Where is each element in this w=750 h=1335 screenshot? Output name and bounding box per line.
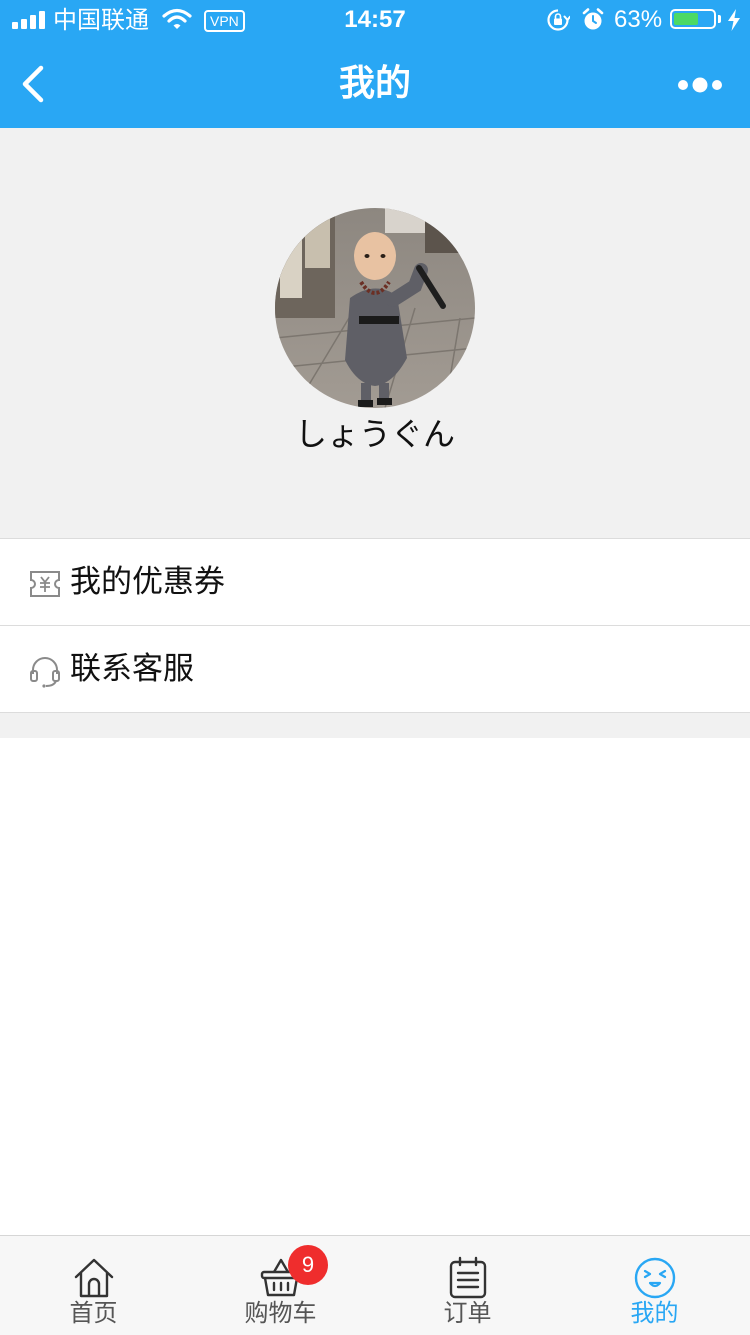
alarm-icon bbox=[582, 8, 604, 30]
bottom-tab-bar: 首页 购物车 订单 我的 bbox=[0, 1235, 750, 1335]
tab-home[interactable]: 首页 bbox=[0, 1236, 187, 1335]
tab-label: 我的 bbox=[630, 1299, 679, 1327]
coupon-icon bbox=[30, 571, 60, 597]
username: しょうぐん bbox=[294, 415, 455, 453]
wifi-icon bbox=[162, 8, 192, 29]
avatar[interactable] bbox=[275, 208, 475, 408]
more-dots-icon bbox=[678, 77, 722, 93]
battery-tip bbox=[718, 15, 721, 23]
battery-percent: 63% bbox=[614, 6, 663, 33]
menu-item-coupons[interactable]: 我的优惠券 bbox=[0, 539, 750, 626]
tab-label: 首页 bbox=[69, 1299, 118, 1327]
menu-item-customer-service[interactable]: 联系客服 bbox=[0, 626, 750, 713]
top-bar: 中国联通 VPN 14:57 63% 我的 bbox=[0, 0, 750, 128]
page-title: 我的 bbox=[338, 63, 411, 104]
tab-orders[interactable]: 订单 bbox=[374, 1236, 561, 1335]
more-button[interactable] bbox=[670, 64, 730, 104]
chevron-left-icon bbox=[22, 65, 44, 103]
cart-count-badge: 9 bbox=[288, 1245, 328, 1285]
home-icon bbox=[74, 1258, 113, 1298]
profile-header: しょうぐん bbox=[0, 128, 750, 538]
menu-item-label: 联系客服 bbox=[70, 651, 194, 687]
tab-label: 购物车 bbox=[244, 1299, 317, 1327]
battery-level-fill bbox=[674, 13, 698, 25]
signal-icon bbox=[12, 11, 46, 29]
tab-cart[interactable]: 购物车 bbox=[187, 1236, 374, 1335]
avatar-photo bbox=[275, 208, 475, 408]
rotation-lock-icon bbox=[547, 9, 570, 31]
charging-icon bbox=[728, 9, 740, 31]
battery-icon bbox=[670, 9, 716, 29]
order-list-icon bbox=[449, 1256, 486, 1299]
tab-label: 订单 bbox=[443, 1299, 492, 1327]
status-bar: 中国联通 VPN 14:57 63% bbox=[0, 0, 750, 40]
tab-mine[interactable]: 我的 bbox=[561, 1236, 748, 1335]
headset-icon bbox=[30, 657, 60, 688]
back-button[interactable] bbox=[10, 54, 60, 114]
menu-list: 我的优惠券 联系客服 bbox=[0, 538, 750, 713]
carrier-name: 中国联通 bbox=[53, 6, 149, 34]
nav-bar: 我的 bbox=[0, 40, 750, 128]
menu-item-label: 我的优惠券 bbox=[70, 564, 225, 600]
smiley-face-icon bbox=[634, 1257, 675, 1299]
vpn-badge: VPN bbox=[204, 10, 245, 32]
section-divider bbox=[0, 713, 750, 738]
